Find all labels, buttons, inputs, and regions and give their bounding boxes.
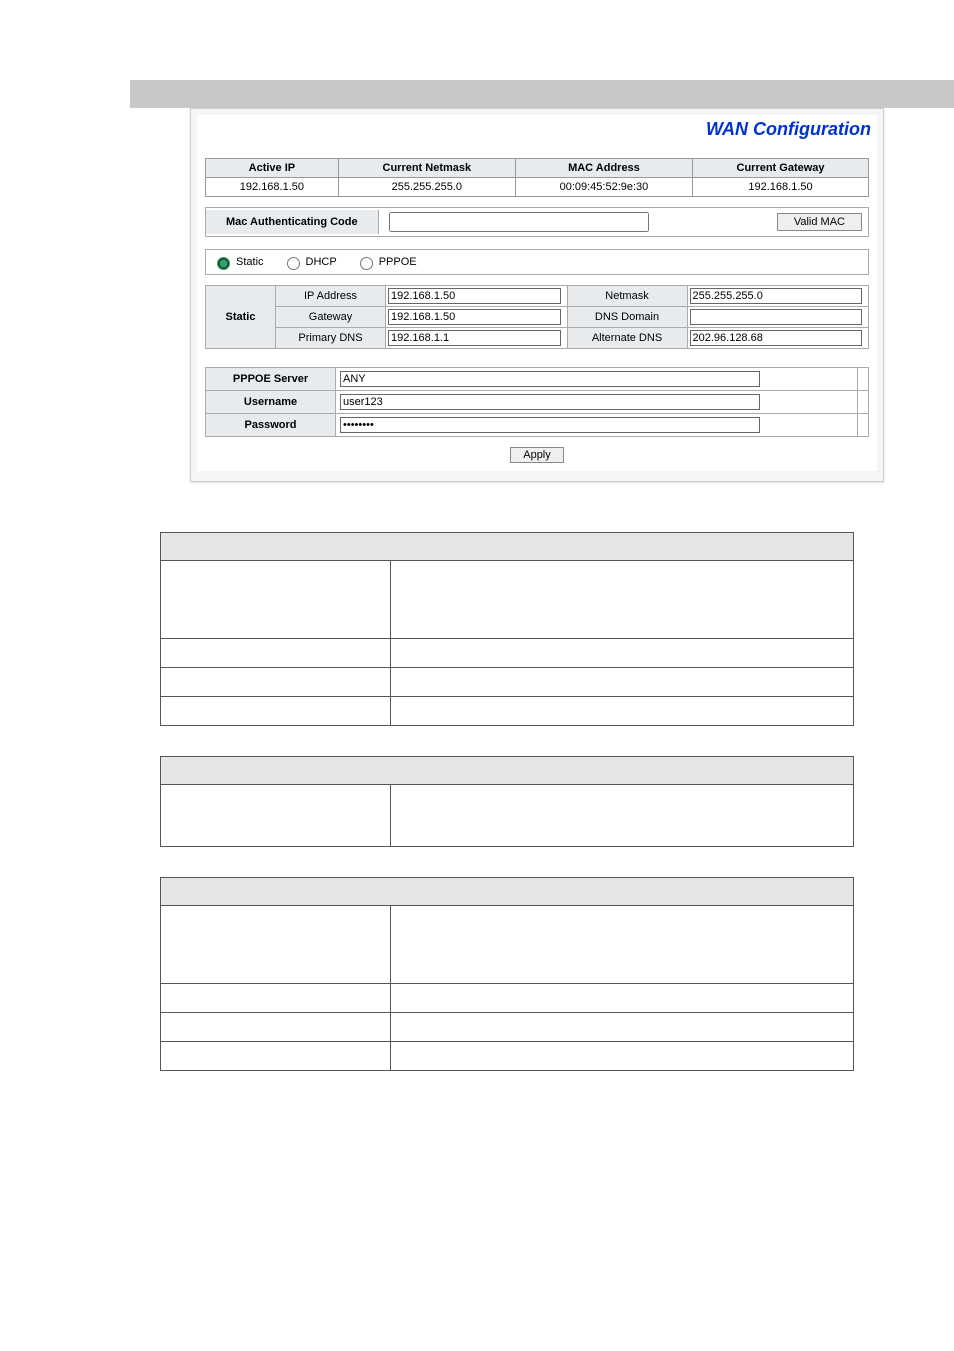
radio-dhcp-label: DHCP [306, 256, 337, 268]
lbl-ip: IP Address [276, 286, 386, 307]
val-active-ip: 192.168.1.50 [206, 178, 339, 197]
desc2-header [161, 757, 854, 785]
desc1-header [161, 533, 854, 561]
desc2-r1k [161, 785, 391, 847]
lbl-adns: Alternate DNS [567, 328, 687, 349]
radio-pppoe-label: PPPOE [379, 256, 417, 268]
mode-dhcp[interactable]: DHCP [282, 254, 337, 270]
val-netmask: 255.255.255.0 [338, 178, 515, 197]
desc3-r1v [391, 906, 854, 984]
lbl-password: Password [206, 414, 336, 437]
desc3-r4k [161, 1042, 391, 1071]
status-table: Active IP Current Netmask MAC Address Cu… [205, 158, 869, 197]
mode-selector: Static DHCP PPPOE [205, 249, 869, 275]
desc-table-1 [160, 532, 854, 726]
input-username[interactable] [340, 394, 760, 410]
pppoe-blank-1 [858, 368, 869, 391]
lbl-netmask: Netmask [567, 286, 687, 307]
wan-config-panel: WAN Configuration Active IP Current Netm… [190, 108, 884, 482]
hdr-gateway: Current Gateway [693, 159, 869, 178]
input-pdns[interactable] [388, 330, 561, 346]
input-password[interactable] [340, 417, 760, 433]
radio-dhcp[interactable] [287, 257, 300, 270]
desc1-r1v [391, 561, 854, 639]
desc-table-3 [160, 877, 854, 1071]
apply-button[interactable]: Apply [510, 447, 564, 463]
val-gateway: 192.168.1.50 [693, 178, 869, 197]
desc3-r3v [391, 1013, 854, 1042]
desc3-r1k [161, 906, 391, 984]
hdr-active-ip: Active IP [206, 159, 339, 178]
hdr-mac: MAC Address [515, 159, 692, 178]
pppoe-blank-3 [858, 414, 869, 437]
desc3-r2v [391, 984, 854, 1013]
lbl-username: Username [206, 391, 336, 414]
lbl-pppoe-server: PPPOE Server [206, 368, 336, 391]
desc-table-2 [160, 756, 854, 847]
desc1-r3k [161, 668, 391, 697]
desc1-r1k [161, 561, 391, 639]
mode-static[interactable]: Static [212, 254, 264, 270]
mac-auth-label: Mac Authenticating Code [206, 210, 379, 234]
input-pppoe-server[interactable] [340, 371, 760, 387]
pppoe-table: PPPOE Server Username Password [205, 367, 869, 437]
static-config-table: Static IP Address Netmask Gateway DNS Do… [205, 285, 869, 349]
static-rowhdr: Static [206, 286, 276, 349]
lbl-gateway: Gateway [276, 307, 386, 328]
input-ip[interactable] [388, 288, 561, 304]
input-gateway[interactable] [388, 309, 561, 325]
input-dnsdomain[interactable] [690, 309, 863, 325]
valid-mac-button[interactable]: Valid MAC [777, 213, 862, 231]
lbl-dnsdomain: DNS Domain [567, 307, 687, 328]
mode-pppoe[interactable]: PPPOE [355, 254, 417, 270]
mac-auth-row: Mac Authenticating Code Valid MAC [205, 207, 869, 237]
page-title: WAN Configuration [197, 115, 877, 150]
desc1-r2k [161, 639, 391, 668]
hdr-netmask: Current Netmask [338, 159, 515, 178]
input-adns[interactable] [690, 330, 863, 346]
radio-pppoe[interactable] [360, 257, 373, 270]
val-mac: 00:09:45:52:9e:30 [515, 178, 692, 197]
desc1-r4k [161, 697, 391, 726]
input-netmask[interactable] [690, 288, 863, 304]
desc3-r3k [161, 1013, 391, 1042]
mac-auth-input[interactable] [389, 212, 649, 232]
lbl-pdns: Primary DNS [276, 328, 386, 349]
desc1-r2v [391, 639, 854, 668]
desc3-r2k [161, 984, 391, 1013]
desc1-r3v [391, 668, 854, 697]
desc1-r4v [391, 697, 854, 726]
radio-static[interactable] [217, 257, 230, 270]
pppoe-blank-2 [858, 391, 869, 414]
desc3-r4v [391, 1042, 854, 1071]
radio-static-label: Static [236, 256, 264, 268]
desc3-header [161, 878, 854, 906]
desc2-r1v [391, 785, 854, 847]
top-bar [130, 80, 954, 108]
